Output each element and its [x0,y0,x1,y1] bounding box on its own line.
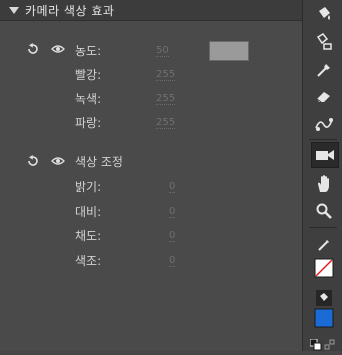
bone-icon[interactable] [311,112,337,136]
green-value[interactable]: 255 [156,93,176,105]
visibility-tint-icon[interactable] [51,44,65,54]
panel-title: 카메라 색상 효과 [25,3,115,18]
red-value[interactable]: 255 [156,69,176,81]
saturation-value[interactable]: 0 [169,230,176,242]
tint-color-swatch[interactable] [209,41,249,61]
camera-icon[interactable] [311,142,339,168]
red-label: 빨강: [75,67,102,82]
hue-label: 색조: [75,253,102,268]
paint-bucket-icon[interactable] [311,2,337,26]
green-label: 녹색: [75,91,102,106]
contrast-value[interactable]: 0 [169,206,176,218]
visibility-adjust-icon[interactable] [51,156,65,166]
fill-color-swatch[interactable] [311,306,337,330]
eyedropper-icon[interactable] [311,58,337,82]
default-colors-icon[interactable] [309,336,322,351]
zoom-icon[interactable] [311,199,337,223]
brightness-label: 밝기: [75,179,102,194]
reset-tint-icon[interactable] [26,42,40,56]
color-adjust-heading: 색상 조정 [75,154,123,169]
reset-adjust-icon[interactable] [26,154,40,168]
swap-colors-icon[interactable] [324,336,336,350]
pencil-stroke-icon[interactable] [311,233,337,257]
camera-color-effect-panel: 카메라 색상 효과 농도: 50 빨강: 255 녹색: 255 파랑: 255… [0,0,302,351]
contrast-label: 대비: [75,204,102,219]
amount-value[interactable]: 50 [156,45,169,57]
amount-label: 농도: [75,43,102,58]
tools-toolbar [302,0,342,351]
collapse-triangle-icon[interactable] [9,6,19,14]
ink-bucket-icon[interactable] [311,30,337,54]
blue-label: 파랑: [75,115,102,130]
saturation-label: 채도: [75,228,102,243]
brightness-value[interactable]: 0 [169,181,176,193]
hue-value[interactable]: 0 [169,255,176,267]
panel-header[interactable]: 카메라 색상 효과 [0,0,302,21]
blue-value[interactable]: 255 [156,117,176,129]
eraser-icon[interactable] [311,84,337,108]
hand-icon[interactable] [311,172,337,196]
stroke-color-swatch[interactable] [311,256,337,280]
